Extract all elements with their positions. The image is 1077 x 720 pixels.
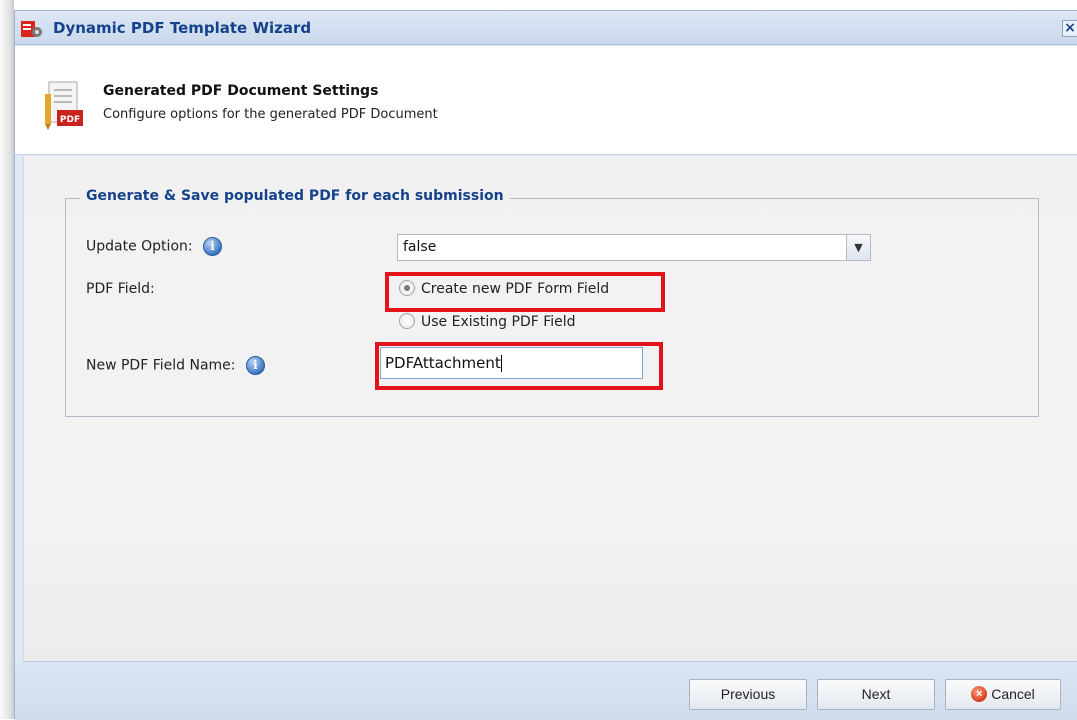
cancel-button[interactable]: × Cancel [945,679,1061,710]
new-field-name-label-row: New PDF Field Name: i [86,356,265,375]
update-option-value: false [403,239,437,255]
highlight-box-input [375,342,663,390]
radio-button-unchecked[interactable] [399,313,415,329]
dropdown-arrow-icon[interactable]: ▼ [846,235,870,260]
radio-use-existing[interactable]: Use Existing PDF Field [399,313,576,330]
update-option-select[interactable]: false ▼ [397,234,871,261]
pdf-document-icon: PDF [45,80,85,130]
next-button[interactable]: Next [817,679,935,710]
svg-text:PDF: PDF [60,115,80,125]
header-subtitle: Configure options for the generated PDF … [103,107,438,122]
wizard-window: Dynamic PDF Template Wizard × PDF Genera… [14,10,1077,720]
wizard-body: Generate & Save populated PDF for each s… [23,156,1077,662]
update-option-label-row: Update Option: i [86,237,223,256]
cancel-icon: × [971,686,988,703]
info-icon[interactable]: i [245,356,265,375]
close-icon[interactable]: × [1062,20,1077,37]
background-shadow [0,0,14,719]
pdf-field-label: PDF Field: [86,281,155,297]
previous-button[interactable]: Previous [689,679,807,710]
fieldset-legend: Generate & Save populated PDF for each s… [80,188,510,204]
radio-use-existing-label: Use Existing PDF Field [421,314,576,330]
wizard-footer: Previous Next × Cancel [15,663,1077,720]
highlight-box-radio [385,272,665,312]
update-option-label: Update Option: [86,238,193,255]
window-title: Dynamic PDF Template Wizard [53,19,312,37]
header-title: Generated PDF Document Settings [103,83,379,99]
info-icon[interactable]: i [203,237,223,256]
title-bar[interactable]: Dynamic PDF Template Wizard × [15,11,1077,45]
app-icon [21,20,43,38]
wizard-header: PDF Generated PDF Document Settings Conf… [15,46,1077,155]
cancel-button-label: Cancel [991,686,1035,702]
new-field-name-label: New PDF Field Name: [86,357,236,374]
